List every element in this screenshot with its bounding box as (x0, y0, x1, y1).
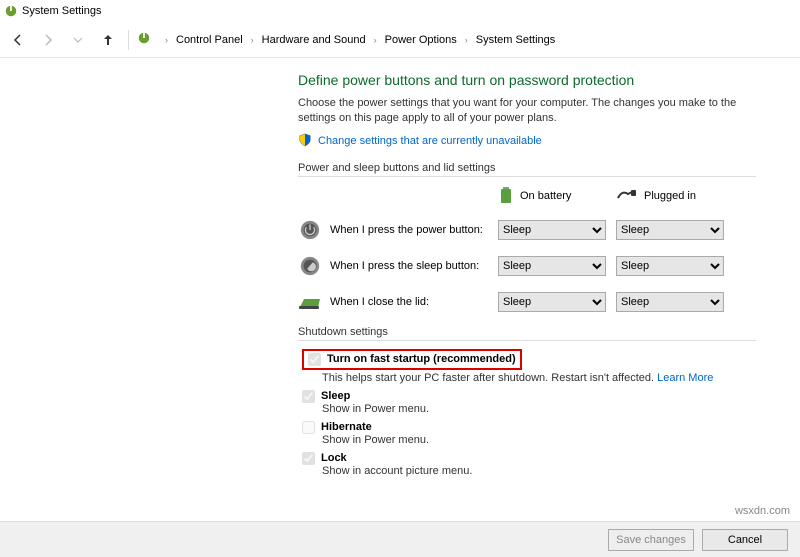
titlebar: System Settings (0, 0, 800, 22)
sleep-button-battery-select[interactable]: Sleep (498, 256, 606, 276)
plug-icon (616, 188, 638, 205)
recent-dropdown[interactable] (66, 28, 90, 52)
lock-checkbox[interactable] (302, 452, 315, 465)
row-label: When I close the lid: (330, 296, 429, 308)
breadcrumb-item[interactable]: Hardware and Sound (262, 34, 366, 46)
footer: Save changes Cancel (0, 521, 800, 557)
section-power-sleep-title: Power and sleep buttons and lid settings (298, 162, 756, 177)
window-title: System Settings (22, 5, 101, 17)
back-button[interactable] (6, 28, 30, 52)
col-battery-label: On battery (520, 190, 571, 202)
chevron-right-icon: › (161, 35, 172, 45)
power-button-icon (298, 218, 322, 242)
sleep-button-icon (298, 254, 322, 278)
content: Define power buttons and turn on passwor… (0, 58, 800, 477)
shield-icon (298, 133, 312, 150)
chevron-right-icon: › (247, 35, 258, 45)
chevron-right-icon: › (461, 35, 472, 45)
breadcrumb-item[interactable]: Power Options (385, 34, 457, 46)
section-shutdown-title: Shutdown settings (298, 326, 756, 341)
page-description: Choose the power settings that you want … (298, 96, 756, 127)
save-changes-button[interactable]: Save changes (608, 529, 694, 551)
battery-icon (498, 185, 514, 208)
close-lid-plugged-select[interactable]: Sleep (616, 292, 724, 312)
fast-startup-help: This helps start your PC faster after sh… (322, 372, 657, 384)
fast-startup-highlight: Turn on fast startup (recommended) (302, 349, 522, 370)
sleep-sub: Show in Power menu. (302, 403, 756, 415)
power-button-plugged-select[interactable]: Sleep (616, 220, 724, 240)
chevron-right-icon: › (370, 35, 381, 45)
hibernate-sub: Show in Power menu. (302, 434, 756, 446)
sleep-label: Sleep (321, 390, 350, 402)
breadcrumb: › Control Panel › Hardware and Sound › P… (157, 34, 555, 46)
breadcrumb-item[interactable]: System Settings (476, 34, 555, 46)
separator (128, 30, 129, 50)
sleep-button-plugged-select[interactable]: Sleep (616, 256, 724, 276)
forward-button[interactable] (36, 28, 60, 52)
navbar: › Control Panel › Hardware and Sound › P… (0, 22, 800, 58)
watermark: wsxdn.com (735, 505, 790, 517)
up-button[interactable] (96, 28, 120, 52)
sleep-checkbox[interactable] (302, 390, 315, 403)
col-plugged-label: Plugged in (644, 190, 696, 202)
page-heading: Define power buttons and turn on passwor… (298, 72, 756, 88)
breadcrumb-root-icon (137, 31, 151, 48)
column-headers: On battery Plugged in (298, 185, 756, 208)
row-label: When I press the sleep button: (330, 260, 479, 272)
hibernate-label: Hibernate (321, 421, 372, 433)
breadcrumb-item[interactable]: Control Panel (176, 34, 243, 46)
change-settings-link[interactable]: Change settings that are currently unava… (318, 135, 542, 147)
fast-startup-checkbox[interactable] (308, 353, 321, 366)
power-options-icon (4, 4, 18, 18)
sleep-button-row: When I press the sleep button: Sleep Sle… (298, 254, 756, 278)
power-button-row: When I press the power button: Sleep Sle… (298, 218, 756, 242)
close-lid-row: When I close the lid: Sleep Sleep (298, 290, 756, 314)
lock-sub: Show in account picture menu. (302, 465, 756, 477)
row-label: When I press the power button: (330, 224, 483, 236)
hibernate-checkbox[interactable] (302, 421, 315, 434)
lid-icon (298, 290, 322, 314)
shutdown-settings: Turn on fast startup (recommended) This … (298, 349, 756, 477)
close-lid-battery-select[interactable]: Sleep (498, 292, 606, 312)
cancel-button[interactable]: Cancel (702, 529, 788, 551)
learn-more-link[interactable]: Learn More (657, 372, 713, 384)
lock-label: Lock (321, 452, 347, 464)
fast-startup-label: Turn on fast startup (recommended) (327, 353, 516, 365)
power-button-battery-select[interactable]: Sleep (498, 220, 606, 240)
